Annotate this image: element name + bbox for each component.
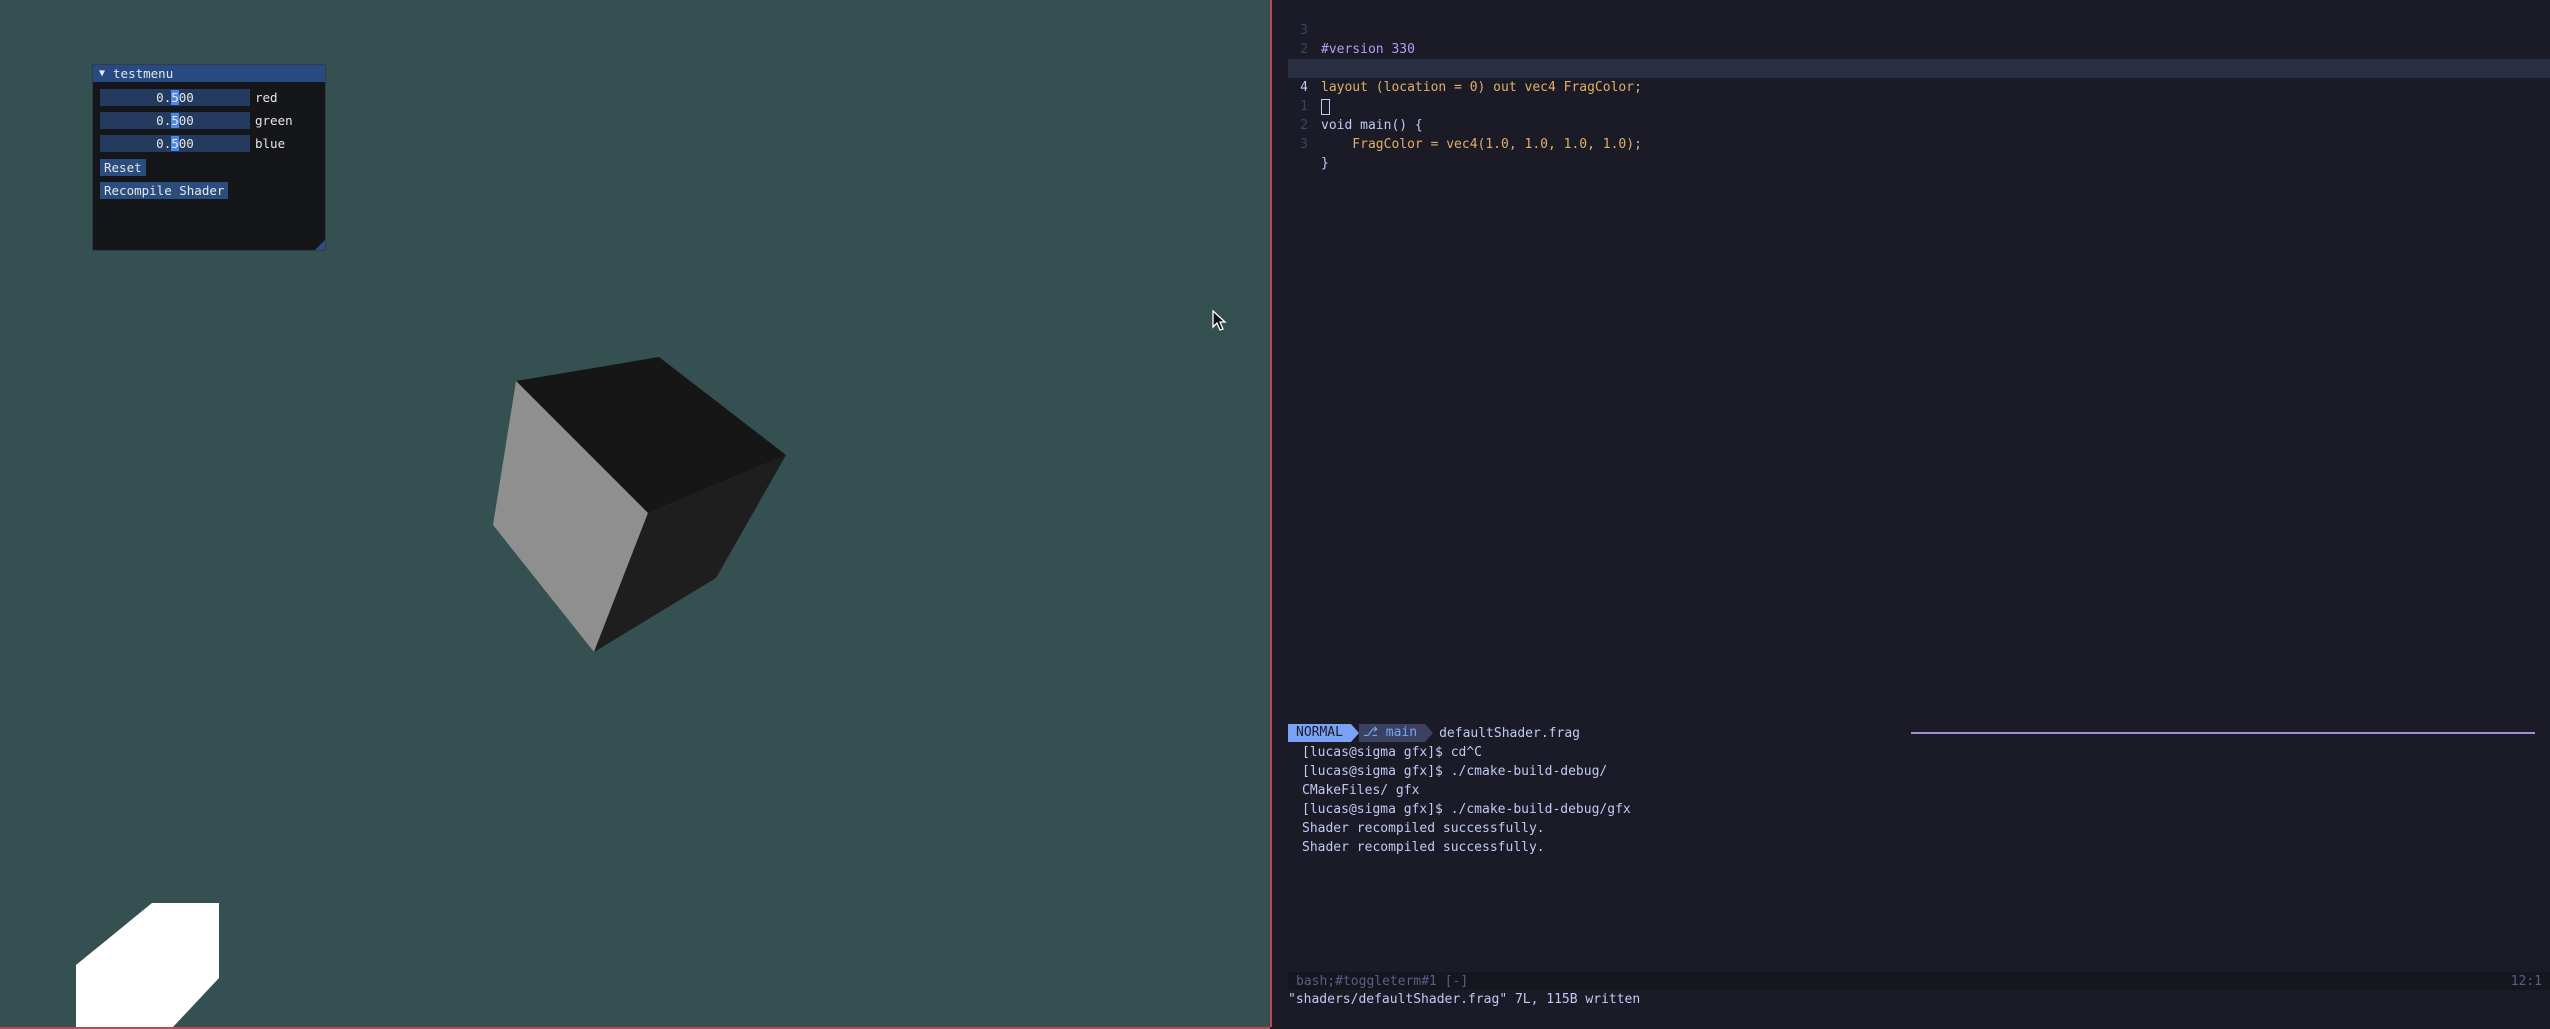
blue-slider[interactable]: 0.500 [100, 135, 250, 152]
slider-row-green: 0.500 green [100, 111, 293, 130]
render-viewport[interactable]: ▼ testmenu 0.500 red 0.500 green 0.500 b… [0, 0, 1270, 1029]
collapse-arrow-icon[interactable]: ▼ [99, 68, 105, 79]
line-number: 3 [1300, 137, 1308, 152]
slider-label: red [255, 90, 278, 105]
git-branch: ⎇ main [1358, 724, 1426, 742]
command-message: "shaders/defaultShader.frag" 7L, 115B wr… [1288, 992, 1641, 1007]
code-line[interactable]: 1 void main() { [1288, 78, 2550, 133]
imgui-window-title: testmenu [113, 66, 174, 81]
terminal-line: Shader recompiled successfully. [1302, 840, 1545, 855]
terminal-output[interactable]: [lucas@sigma gfx]$ cd^C [lucas@sigma gfx… [1302, 743, 1631, 857]
slider-row-red: 0.500 red [100, 88, 278, 107]
terminal-line: Shader recompiled successfully. [1302, 821, 1545, 836]
code-line[interactable]: 2 [1288, 21, 2550, 57]
code-text: } [1321, 156, 1329, 171]
file-name: defaultShader.frag [1439, 725, 1580, 741]
toggleterm-name: bash;#toggleterm#1 [-] [1296, 973, 1469, 989]
green-slider[interactable]: 0.500 [100, 112, 250, 129]
terminal-line: [lucas@sigma gfx]$ cd^C [1302, 745, 1483, 760]
terminal-window[interactable]: 3 #version 330 2 1 layout (location = 0)… [1272, 0, 2550, 1027]
code-line[interactable]: 3 #version 330 [1288, 2, 2550, 57]
mode-indicator: NORMAL [1288, 724, 1351, 742]
toggleterm-statusbar: bash;#toggleterm#1 [-] 12:1 [1288, 972, 2550, 990]
code-line-current[interactable]: 4 [1288, 59, 2550, 115]
separator-arrow-icon [1425, 724, 1434, 742]
slider-label: green [255, 113, 293, 128]
slider-label: blue [255, 136, 286, 151]
terminal-line: [lucas@sigma gfx]$ ./cmake-build-debug/g… [1302, 802, 1631, 817]
slider-row-blue: 0.500 blue [100, 134, 285, 153]
slider-value: 0.500 [156, 90, 194, 105]
red-slider[interactable]: 0.500 [100, 89, 250, 106]
slider-value: 0.500 [156, 136, 194, 151]
code-line[interactable]: 1 layout (location = 0) out vec4 FragCol… [1288, 40, 2550, 95]
resize-grip-icon[interactable] [315, 240, 325, 250]
git-branch-icon: ⎇ [1362, 725, 1378, 740]
white-object [76, 903, 219, 1027]
imgui-titlebar[interactable]: ▼ testmenu [93, 65, 325, 82]
git-branch-name: main [1377, 725, 1418, 740]
terminal-line: [lucas@sigma gfx]$ ./cmake-build-debug/ [1302, 764, 1608, 779]
cursor-position: 12:1 [2510, 973, 2542, 989]
code-text: FragColor = vec4(1.0, 1.0, 1.0, 1.0); [1321, 137, 1642, 152]
statusline-rule [1911, 732, 2535, 734]
recompile-shader-button[interactable]: Recompile Shader [100, 182, 229, 199]
separator-arrow-icon [1350, 724, 1359, 742]
reset-button[interactable]: Reset [100, 159, 146, 176]
slider-value: 0.500 [156, 113, 194, 128]
mouse-pointer-icon [1212, 310, 1227, 331]
code-line[interactable]: 3 } [1288, 116, 2550, 171]
code-line[interactable]: 2 FragColor = vec4(1.0, 1.0, 1.0, 1.0); [1288, 97, 2550, 152]
imgui-window-testmenu[interactable]: ▼ testmenu 0.500 red 0.500 green 0.500 b… [92, 64, 326, 251]
terminal-line: CMakeFiles/ gfx [1302, 783, 1420, 798]
